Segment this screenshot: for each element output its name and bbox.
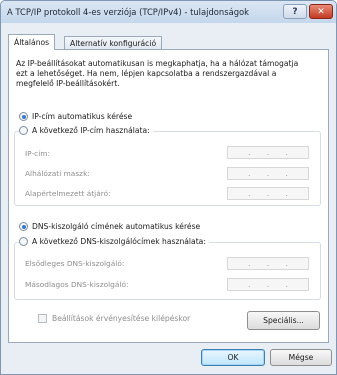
description-text: Az IP-beállításokat automatikusan is meg… [16,59,299,88]
secondary-dns-input[interactable]: ... [227,278,309,291]
help-button[interactable]: ? [283,4,307,19]
primary-dns-label: Elsődleges DNS-kiszolgáló: [25,259,125,268]
title-bar[interactable]: A TCP/IP protokoll 4-es verziója (TCP/IP… [1,1,336,23]
primary-dns-input[interactable]: ... [227,257,309,270]
radio-checked-icon [19,222,28,231]
window-title: A TCP/IP protokoll 4-es verziója (TCP/IP… [7,7,250,17]
ip-address-input[interactable]: ... [227,146,309,159]
tab-alternate-configuration[interactable]: Alternatív konfiguráció [64,36,163,50]
cancel-button[interactable]: Mégse [270,349,332,366]
ok-button[interactable]: OK [201,349,265,366]
validate-on-exit-checkbox[interactable]: Beállítások érvényesítése kilépéskor [38,314,190,323]
ip-manual-label: A következő IP-cím használata: [32,126,150,135]
dialog-window: A TCP/IP protokoll 4-es verziója (TCP/IP… [0,0,337,375]
tab-general[interactable]: Általános [8,34,56,50]
dns-auto-radio[interactable]: DNS-kiszolgáló címének automatikus kérés… [19,222,200,231]
dns-manual-label: A következő DNS-kiszolgálócímek használa… [32,237,206,246]
close-icon: ✕ [317,6,325,17]
ip-auto-radio[interactable]: IP-cím automatikus kérése [19,112,132,121]
radio-checked-icon [19,112,28,121]
dns-auto-label: DNS-kiszolgáló címének automatikus kérés… [32,222,201,231]
radio-unchecked-icon [19,237,28,246]
ip-manual-radio[interactable]: A következő IP-cím használata: [19,126,153,135]
dns-manual-radio[interactable]: A következő DNS-kiszolgálócímek használa… [19,237,209,246]
validate-on-exit-label: Beállítások érvényesítése kilépéskor [52,314,191,323]
radio-unchecked-icon [19,126,28,135]
default-gateway-input[interactable]: ... [227,187,309,200]
subnet-mask-input[interactable]: ... [227,167,309,180]
question-icon: ? [292,6,298,17]
ip-address-label: IP-cím: [25,149,50,158]
advanced-button[interactable]: Speciális... [247,311,320,330]
default-gateway-label: Alapértelmezett átjáró: [25,189,111,198]
close-button[interactable]: ✕ [309,4,333,19]
secondary-dns-label: Másodlagos DNS-kiszolgáló: [25,280,129,289]
ip-auto-label: IP-cím automatikus kérése [32,112,133,121]
dns-manual-group [14,242,321,300]
subnet-mask-label: Alhálózati maszk: [25,169,90,178]
checkbox-icon [38,314,47,323]
